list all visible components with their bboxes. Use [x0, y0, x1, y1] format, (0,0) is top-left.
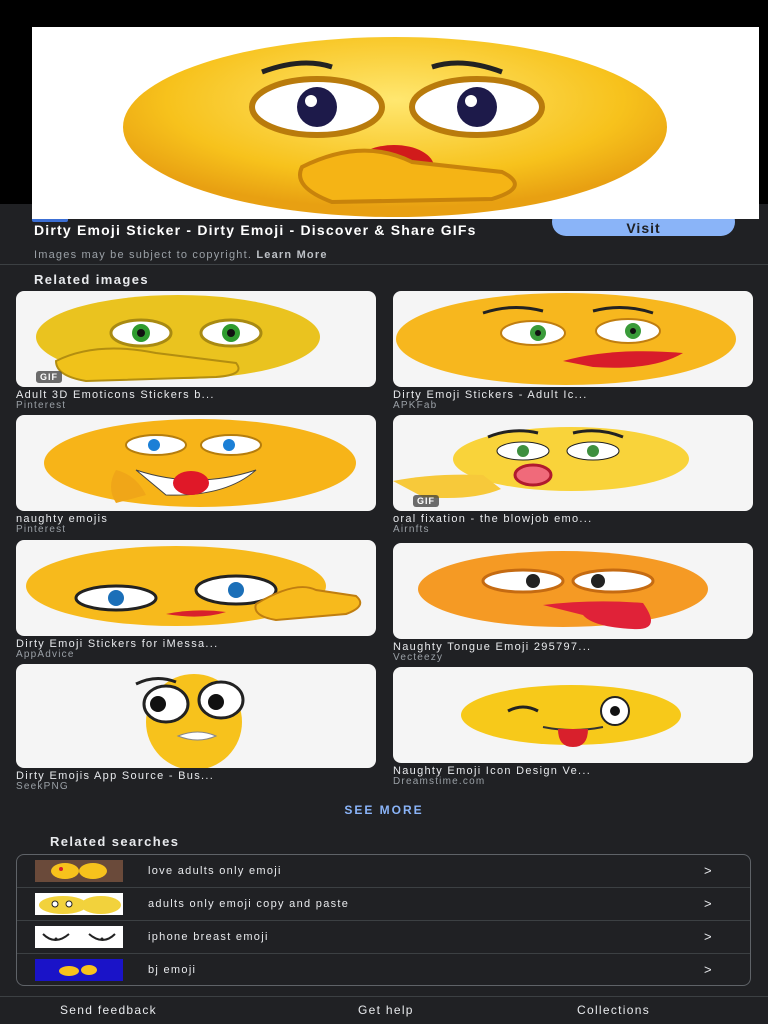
related-image-caption: Dirty Emoji Stickers - Adult Ic...	[393, 390, 588, 401]
copyright-notice: Images may be subject to copyright. Lear…	[34, 249, 328, 261]
related-search-label: adults only emoji copy and paste	[148, 898, 350, 910]
gif-badge: GIF	[36, 371, 62, 383]
related-search-label: bj emoji	[148, 964, 197, 976]
chevron-right-icon: >	[704, 896, 712, 911]
related-image-card[interactable]: Naughty Emoji Icon Design Ve... Dreamsti…	[393, 667, 753, 787]
related-searches-heading: Related searches	[50, 834, 180, 849]
related-images-heading: Related images	[34, 272, 149, 287]
related-image-thumb[interactable]: GIF	[393, 415, 753, 511]
related-image-card[interactable]: Dirty Emojis App Source - Bus... SeekPNG	[16, 664, 376, 792]
related-image-source: Pinterest	[16, 400, 67, 411]
related-image-card[interactable]: Dirty Emoji Stickers for iMessa... AppAd…	[16, 540, 376, 660]
related-search-thumb	[35, 926, 123, 948]
main-result-image[interactable]	[32, 27, 759, 219]
related-image-source: Airnfts	[393, 524, 430, 535]
result-title[interactable]: Dirty Emoji Sticker - Dirty Emoji - Disc…	[34, 223, 534, 237]
related-image-card[interactable]: GIF Adult 3D Emoticons Stickers b... Pin…	[16, 291, 376, 411]
gif-badge: GIF	[413, 495, 439, 507]
related-search-thumb	[35, 959, 123, 981]
related-image-thumb[interactable]	[16, 540, 376, 636]
related-image-card[interactable]: GIF oral fixation - the blowjob emo... A…	[393, 415, 753, 535]
related-search-label: iphone breast emoji	[148, 931, 269, 943]
related-image-card[interactable]: naughty emojis Pinterest	[16, 415, 376, 535]
related-image-thumb[interactable]	[16, 415, 376, 511]
chevron-right-icon: >	[704, 929, 712, 944]
related-image-caption: Naughty Tongue Emoji 295797...	[393, 642, 592, 653]
related-image-caption: Adult 3D Emoticons Stickers b...	[16, 390, 215, 401]
learn-more-link[interactable]: Learn More	[256, 249, 327, 261]
related-image-thumb[interactable]: GIF	[16, 291, 376, 387]
related-image-source: Dreamstime.com	[393, 776, 486, 787]
get-help-link[interactable]: Get help	[358, 1003, 414, 1017]
related-image-thumb[interactable]	[393, 291, 753, 387]
related-image-source: APKFab	[393, 400, 438, 411]
related-image-source: Pinterest	[16, 524, 67, 535]
related-search-thumb	[35, 893, 123, 915]
related-image-caption: naughty emojis	[16, 514, 109, 525]
related-image-thumb[interactable]	[16, 664, 376, 768]
related-image-source: AppAdvice	[16, 649, 75, 660]
footer: Send feedback Get help Collections	[0, 996, 768, 1024]
related-image-caption: oral fixation - the blowjob emo...	[393, 514, 593, 525]
related-image-source: Vecteezy	[393, 652, 444, 663]
divider	[0, 264, 768, 265]
send-feedback-link[interactable]: Send feedback	[60, 1003, 157, 1017]
related-search-thumb	[35, 860, 123, 882]
copyright-text: Images may be subject to copyright.	[34, 249, 253, 261]
related-search-item[interactable]: adults only emoji copy and paste >	[17, 888, 750, 921]
related-image-card[interactable]: Dirty Emoji Stickers - Adult Ic... APKFa…	[393, 291, 753, 411]
see-more-button[interactable]: SEE MORE	[0, 803, 768, 817]
related-image-thumb[interactable]	[393, 543, 753, 639]
results-sheet: Visit Dirty Emoji Sticker - Dirty Emoji …	[0, 204, 768, 1024]
related-search-item[interactable]: bj emoji >	[17, 954, 750, 985]
related-image-caption: Dirty Emojis App Source - Bus...	[16, 771, 215, 782]
related-image-source: SeekPNG	[16, 781, 69, 792]
related-image-card[interactable]: Naughty Tongue Emoji 295797... Vecteezy	[393, 543, 753, 663]
related-search-item[interactable]: love adults only emoji >	[17, 855, 750, 888]
related-searches-list: love adults only emoji > adults only emo…	[16, 854, 751, 986]
collections-link[interactable]: Collections	[577, 1003, 650, 1017]
related-image-thumb[interactable]	[393, 667, 753, 763]
chevron-right-icon: >	[704, 863, 712, 878]
related-search-label: love adults only emoji	[148, 865, 282, 877]
related-search-item[interactable]: iphone breast emoji >	[17, 921, 750, 954]
chevron-right-icon: >	[704, 962, 712, 977]
hero-area	[0, 0, 768, 219]
